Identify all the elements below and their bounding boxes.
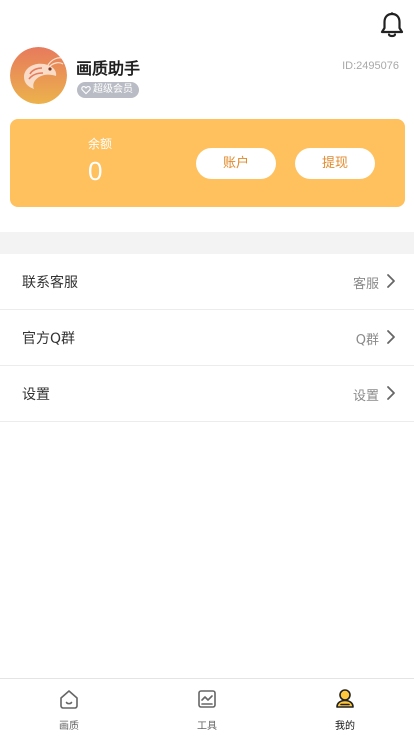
settings-menu: 联系客服 客服 官方Q群 Q群 设置 设置 [0, 254, 414, 422]
bottom-tab-bar: 画质 工具 我的 [0, 678, 414, 736]
tab-label: 工具 [197, 721, 217, 732]
account-button[interactable]: 账户 [196, 148, 276, 179]
menu-item-value: 设置 [352, 389, 379, 404]
user-name: 画质助手 [76, 59, 141, 78]
heart-icon [81, 86, 91, 95]
balance-value: 0 [88, 156, 103, 186]
notification-bell-button[interactable] [379, 11, 405, 39]
avatar[interactable] [10, 47, 67, 104]
menu-item-official-qq-group[interactable]: 官方Q群 Q群 [0, 310, 414, 366]
menu-item-label: 设置 [22, 387, 50, 403]
vip-badge: 超级会员 [77, 82, 139, 98]
menu-item-label: 联系客服 [22, 275, 78, 291]
bell-icon [380, 12, 404, 38]
chevron-right-icon [387, 330, 395, 344]
shrimp-avatar-icon [10, 47, 67, 104]
section-divider [0, 232, 414, 254]
menu-item-settings[interactable]: 设置 设置 [0, 366, 414, 422]
profile-header: 画质助手 超级会员 ID:2495076 [10, 47, 410, 105]
balance-card: 余额 0 账户 提现 [10, 119, 405, 207]
menu-item-value: Q群 [355, 333, 379, 348]
menu-item-value: 客服 [352, 277, 379, 292]
menu-item-customer-service[interactable]: 联系客服 客服 [0, 254, 414, 310]
menu-item-label: 官方Q群 [22, 331, 76, 347]
vip-label: 超级会员 [93, 84, 133, 95]
profile-icon [336, 689, 354, 708]
tab-label: 我的 [335, 721, 355, 732]
chevron-right-icon [387, 274, 395, 288]
tab-label: 画质 [59, 721, 79, 732]
tab-mine[interactable]: 我的 [276, 679, 414, 736]
balance-label: 余额 [88, 137, 113, 151]
withdraw-button[interactable]: 提现 [295, 148, 375, 179]
tools-icon [198, 690, 216, 708]
home-icon [60, 690, 78, 709]
user-id: ID:2495076 [342, 60, 399, 72]
tab-quality[interactable]: 画质 [0, 679, 138, 736]
chevron-right-icon [387, 386, 395, 400]
tab-tools[interactable]: 工具 [138, 679, 276, 736]
